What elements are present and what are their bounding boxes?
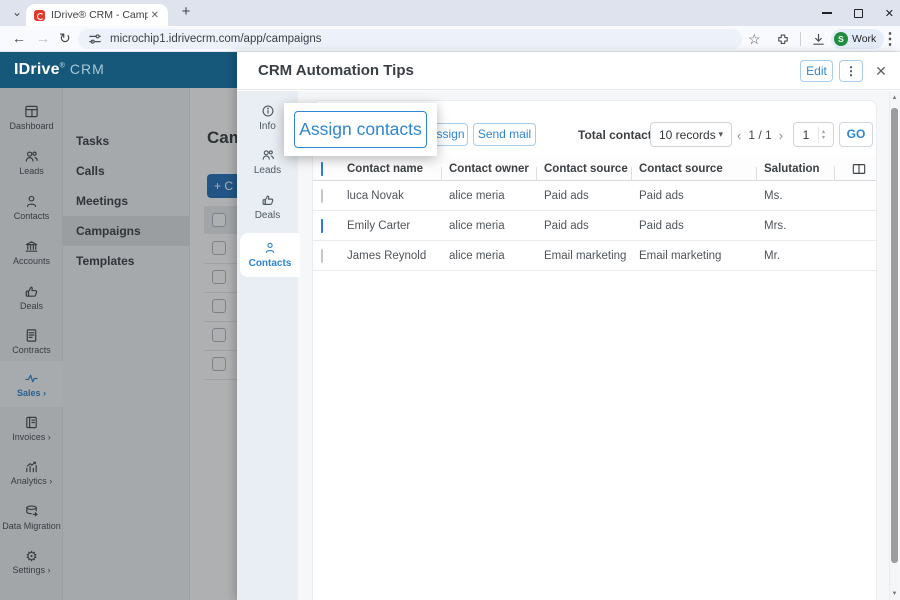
toolbar-divider [800, 29, 801, 49]
browser-tab[interactable]: IDrive® CRM - Campaigns ✕ [26, 4, 168, 26]
pagination: ‹ 1 / 1 › [737, 124, 783, 146]
col-contact-source-2[interactable]: Contact source [631, 163, 764, 182]
new-tab-button[interactable]: + [176, 3, 196, 20]
campaign-detail-modal: CRM Automation Tips Edit ⋮ ✕ Info Leads [237, 52, 900, 600]
tab-close-icon[interactable]: ✕ [148, 8, 162, 23]
contacts-card: Assign Send mail Total contacts: 2 10 re… [312, 100, 877, 600]
col-contact-name[interactable]: Contact name [347, 163, 449, 175]
window-close-icon[interactable]: ✕ [885, 7, 894, 20]
page-indicator: 1 / 1 [748, 128, 772, 142]
browser-toolbar: ← → ↻ microchip1.idrivecrm.com/app/campa… [0, 26, 900, 52]
modal-header: CRM Automation Tips Edit ⋮ ✕ [237, 52, 900, 90]
table-row[interactable]: luca Novak alice meria Paid ads Paid ads… [313, 181, 876, 211]
row-checkbox[interactable] [321, 248, 323, 263]
next-page-icon[interactable]: › [779, 128, 783, 143]
table-row[interactable]: James Reynold alice meria Email marketin… [313, 241, 876, 271]
tab-search-icon[interactable]: ⌄ [8, 4, 26, 22]
url-bar[interactable]: microchip1.idrivecrm.com/app/campaigns [78, 29, 742, 49]
column-picker-icon[interactable] [834, 162, 876, 181]
more-actions-kebab-icon[interactable]: ⋮ [839, 60, 863, 82]
profile-chip[interactable]: S Work [831, 29, 885, 49]
col-salutation[interactable]: Salutation [756, 163, 842, 182]
scroll-down-icon[interactable]: ▼ [890, 591, 899, 597]
scroll-up-icon[interactable]: ▲ [890, 95, 899, 101]
forward-icon[interactable]: → [36, 30, 50, 46]
profile-name: Work [852, 33, 877, 45]
page-number-input[interactable] [794, 127, 818, 142]
table-header-row: Contact name Contact owner Contact sourc… [313, 157, 876, 182]
avatar: S [834, 32, 848, 46]
prev-page-icon[interactable]: ‹ [737, 128, 741, 143]
modal-title: CRM Automation Tips [258, 62, 414, 79]
app-header: IDrive® CRM [0, 52, 237, 88]
table-row[interactable]: Emily Carter alice meria Paid ads Paid a… [313, 211, 876, 241]
send-mail-button[interactable]: Send mail [473, 123, 536, 146]
vertical-scrollbar-thumb[interactable] [891, 108, 898, 563]
assign-contacts-callout: Assign contacts [284, 103, 437, 156]
row-checkbox[interactable] [321, 188, 323, 203]
col-contact-source[interactable]: Contact source [536, 163, 639, 182]
select-all-checkbox[interactable] [321, 161, 323, 176]
col-contact-owner[interactable]: Contact owner [441, 163, 544, 182]
browser-menu-kebab-icon[interactable]: ⋮ [882, 29, 898, 49]
reload-icon[interactable]: ↻ [59, 30, 71, 47]
close-icon[interactable]: ✕ [870, 60, 892, 82]
deals-icon [262, 195, 273, 205]
idrive-crm-logo[interactable]: IDrive® CRM [14, 61, 105, 79]
page-content: IDrive® CRM Dashboard Leads Contacts Acco… [0, 52, 900, 600]
browser-window: ⌄ IDrive® CRM - Campaigns ✕ + ✕ ← → ↻ mi… [0, 0, 900, 600]
maximize-icon[interactable] [853, 8, 863, 18]
vertical-scrollbar[interactable]: ▲ ▼ [889, 92, 898, 600]
go-button[interactable]: GO [839, 122, 873, 147]
modal-body: Info Leads Deals Contacts Assign Send ma… [237, 91, 900, 600]
leads-icon [262, 150, 274, 160]
bookmark-star-icon[interactable]: ☆ [748, 29, 761, 49]
records-per-page-dropdown[interactable]: 10 records ▾ [650, 122, 732, 147]
idrive-favicon-icon [34, 9, 45, 21]
tab-contacts[interactable]: Contacts [240, 233, 300, 277]
tab-title: IDrive® CRM - Campaigns [51, 9, 148, 21]
back-icon[interactable]: ← [12, 30, 26, 46]
caret-down-icon: ▾ [718, 129, 723, 139]
spinner-icons[interactable]: ▴ ▾ [818, 126, 828, 143]
extensions-icon[interactable] [776, 29, 790, 49]
edit-button[interactable]: Edit [800, 60, 833, 82]
site-settings-icon[interactable] [88, 32, 102, 46]
modal-backdrop [0, 88, 237, 600]
download-icon[interactable] [811, 29, 826, 49]
row-checkbox[interactable] [321, 218, 323, 233]
browser-tab-strip: ⌄ IDrive® CRM - Campaigns ✕ + ✕ [0, 0, 900, 26]
contacts-icon [265, 242, 275, 254]
page-number-field[interactable]: ▴▾ [793, 122, 834, 147]
tab-deals[interactable]: Deals [239, 187, 296, 227]
assign-contacts-button[interactable]: Assign contacts [294, 111, 427, 148]
window-controls: ✕ [821, 0, 894, 26]
minimize-icon[interactable] [821, 12, 832, 14]
info-icon [262, 105, 273, 117]
url-text: microchip1.idrivecrm.com/app/campaigns [110, 33, 322, 45]
modal-tab-rail: Info Leads Deals Contacts [237, 91, 300, 600]
